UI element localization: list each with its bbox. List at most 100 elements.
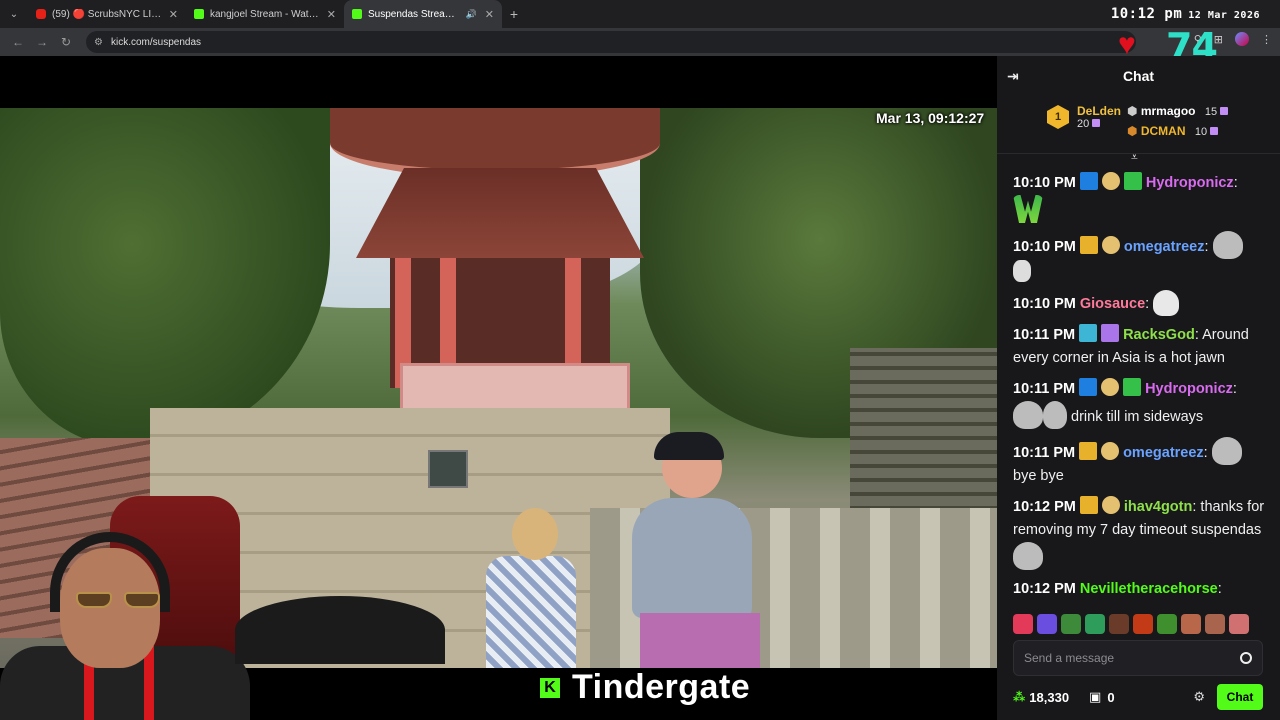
bag-icon: ▣ — [1089, 689, 1102, 704]
message-username[interactable]: RacksGod — [1123, 327, 1195, 343]
kick-icon — [194, 9, 204, 19]
chat-message: 10:10 PM Giosauce: — [1013, 290, 1269, 316]
leader-count: 10 — [1194, 126, 1208, 138]
message-username[interactable]: Hydroponicz — [1146, 175, 1234, 191]
caption-text: Tindergate — [572, 668, 751, 706]
gift-badge-icon — [1101, 324, 1120, 342]
gear-icon[interactable]: ⚙ — [1193, 689, 1205, 705]
emote-7-icon[interactable] — [1157, 614, 1177, 634]
tab-title: (59) 🔴 ScrubsNYC LIVE New Y — [52, 8, 165, 20]
gift-badge-icon — [1123, 378, 1142, 396]
inventory[interactable]: ▣ 0 — [1089, 689, 1115, 705]
message-username[interactable]: omegatreez — [1123, 445, 1204, 461]
menu-icon[interactable]: ⋮ — [1261, 33, 1272, 46]
points-icon: ⁂ — [1013, 690, 1026, 704]
chat-title: Chat — [1122, 68, 1155, 84]
profile-avatar[interactable] — [1235, 32, 1249, 46]
message-time: 10:11 PM — [1013, 445, 1076, 461]
rank-medal-icon: 1 — [1047, 105, 1069, 129]
head — [512, 508, 558, 560]
message-time: 10:10 PM — [1013, 175, 1076, 191]
cat-emote-icon — [1211, 437, 1242, 465]
sunglasses — [76, 592, 160, 608]
leaderboard-second[interactable]: ⬢ mrmagoo 15 — [1127, 104, 1229, 118]
chat-message-input[interactable]: Send a message — [1013, 640, 1263, 676]
message-username[interactable]: ihav4gotn — [1124, 499, 1192, 515]
emote-6-icon[interactable] — [1133, 614, 1153, 634]
youtube-icon — [36, 9, 46, 19]
emote-5-icon[interactable] — [1109, 614, 1129, 634]
pagoda-roof-top — [330, 108, 660, 178]
reload-icon[interactable]: ↻ — [54, 35, 78, 49]
tab-suspendas[interactable]: Suspendas Stream - Watch 🔊 ✕ — [344, 0, 502, 28]
message-time: 10:11 PM — [1013, 381, 1076, 397]
url-field[interactable]: ⚙ kick.com/suspendas — [86, 31, 1136, 53]
cat-emote-icon — [1212, 231, 1243, 259]
sarong — [640, 613, 760, 668]
forward-icon[interactable]: → — [30, 35, 54, 49]
clock-date: 12 Mar 2026 — [1188, 10, 1260, 21]
new-tab-button[interactable]: + — [502, 6, 526, 22]
send-chat-button[interactable]: Chat — [1217, 684, 1263, 710]
chat-message: 10:11 PM Hydroponicz: drink till im sidew… — [1013, 378, 1269, 429]
chat-message: 10:11 PM omegatreez: bye bye — [1013, 437, 1269, 488]
video-timestamp: Mar 13, 09:12:27 — [876, 110, 985, 126]
tab-title: Suspendas Stream - Watch — [368, 8, 462, 20]
message-time: 10:10 PM — [1013, 239, 1076, 255]
speaker-icon[interactable]: 🔊 — [466, 9, 477, 20]
message-time: 10:10 PM — [1013, 296, 1076, 312]
tree-left — [0, 108, 330, 448]
emoji-picker-icon[interactable] — [1240, 652, 1252, 664]
stream-caption: K Tindergate — [540, 668, 750, 707]
channel-points[interactable]: ⁂ 18,330 — [1013, 690, 1069, 705]
emote-3-icon[interactable] — [1061, 614, 1081, 634]
leaderboard-third[interactable]: ⬢ DCMAN 10 — [1127, 124, 1219, 138]
input-placeholder: Send a message — [1024, 651, 1115, 665]
sub-badge-icon — [1101, 236, 1120, 254]
url-text: kick.com/suspendas — [110, 36, 202, 48]
tab-kangjoel[interactable]: kangjoel Stream - Watch Live o ✕ — [186, 0, 344, 28]
back-icon[interactable]: ← — [6, 35, 30, 49]
leader-count: 20 — [1077, 118, 1090, 130]
tab-title: kangjoel Stream - Watch Live o — [210, 8, 323, 20]
kick-logo-icon: K — [540, 677, 560, 698]
crown-badge-icon — [1079, 442, 1098, 460]
clock-time: 10:12 pm — [1110, 6, 1183, 22]
tab-search-icon[interactable]: ⌄ — [0, 0, 28, 28]
leaderboard-first[interactable]: 1 DeLden 20 — [1047, 104, 1121, 130]
message-username[interactable]: Nevilletheracehorse — [1080, 581, 1218, 597]
site-info-icon[interactable]: ⚙ — [94, 37, 103, 48]
sub-badge-icon — [1101, 496, 1120, 514]
close-tab-icon[interactable]: ✕ — [485, 8, 494, 21]
chat-message: 10:10 PM Hydroponicz: — [1013, 172, 1269, 223]
woman-figure — [486, 508, 576, 668]
skull-emote-icon — [1153, 290, 1180, 316]
message-username[interactable]: Hydroponicz — [1145, 381, 1233, 397]
close-tab-icon[interactable]: ✕ — [327, 8, 336, 21]
close-tab-icon[interactable]: ✕ — [169, 8, 178, 21]
crown-badge-icon — [1079, 496, 1098, 514]
facecam — [0, 496, 270, 720]
bronze-medal-icon: ⬢ — [1127, 124, 1138, 138]
emote-1-icon[interactable] — [1013, 614, 1033, 634]
gift-icon — [1092, 119, 1101, 127]
emote-2-icon[interactable] — [1037, 614, 1057, 634]
crown-badge-icon — [1079, 236, 1098, 254]
scroll-down-icon[interactable]: ⩡ — [1131, 150, 1138, 165]
emote-9-icon[interactable] — [1205, 614, 1225, 634]
silver-medal-icon: ⬢ — [1127, 104, 1138, 118]
emote-10-icon[interactable] — [1229, 614, 1249, 634]
collapse-chat-icon[interactable]: ⇥ — [1007, 68, 1019, 85]
tab-scrubsnyc[interactable]: (59) 🔴 ScrubsNYC LIVE New Y ✕ — [28, 0, 186, 28]
chat-panel: ⇥ Chat 1 DeLden 20 ⬢ mrmagoo 15 ⬢ DCMAN … — [997, 56, 1280, 720]
moderator-badge-icon — [1079, 172, 1098, 190]
man-figure — [632, 432, 762, 668]
kick-icon — [352, 9, 362, 19]
emote-4-icon[interactable] — [1085, 614, 1105, 634]
emote-8-icon[interactable] — [1181, 614, 1201, 634]
message-time: 10:11 PM — [1013, 327, 1076, 343]
message-username[interactable]: Giosauce — [1080, 296, 1145, 312]
message-username[interactable]: omegatreez — [1124, 239, 1205, 255]
facecam-shadow — [235, 596, 445, 664]
video-player[interactable]: Mar 13, 09:12:27 — [0, 56, 997, 720]
